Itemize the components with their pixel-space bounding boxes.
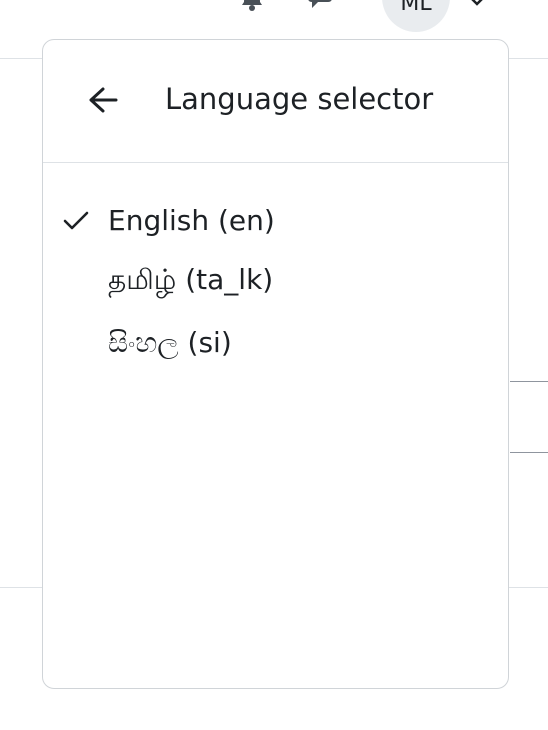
language-option-si[interactable]: සිංහල (si) [43, 312, 508, 373]
chat-icon[interactable] [306, 0, 334, 12]
avatar[interactable]: ML [382, 0, 450, 32]
arrow-left-icon [89, 87, 118, 113]
avatar-initials: ML [400, 0, 432, 16]
language-list: English (en) தமிழ் (ta_lk) සිංහල (si) [43, 190, 508, 373]
language-option-ta-lk[interactable]: தமிழ் (ta_lk) [43, 251, 508, 312]
check-icon [63, 211, 89, 229]
content-divider [510, 381, 548, 382]
chevron-down-icon[interactable] [470, 0, 484, 6]
content-divider [510, 452, 548, 453]
language-selector-popover: Language selector English (en) தமிழ் (ta… [42, 39, 509, 689]
page: ML Language selector English (en) தமிழ் … [0, 0, 548, 730]
bell-icon[interactable] [238, 0, 266, 12]
popover-title: Language selector [165, 82, 434, 116]
language-option-label: தமிழ் (ta_lk) [108, 263, 274, 296]
popover-header: Language selector [43, 40, 508, 163]
language-option-label: සිංහල (si) [108, 325, 232, 359]
language-option-label: English (en) [108, 204, 275, 237]
language-option-en[interactable]: English (en) [43, 190, 508, 251]
back-button[interactable] [83, 80, 123, 120]
